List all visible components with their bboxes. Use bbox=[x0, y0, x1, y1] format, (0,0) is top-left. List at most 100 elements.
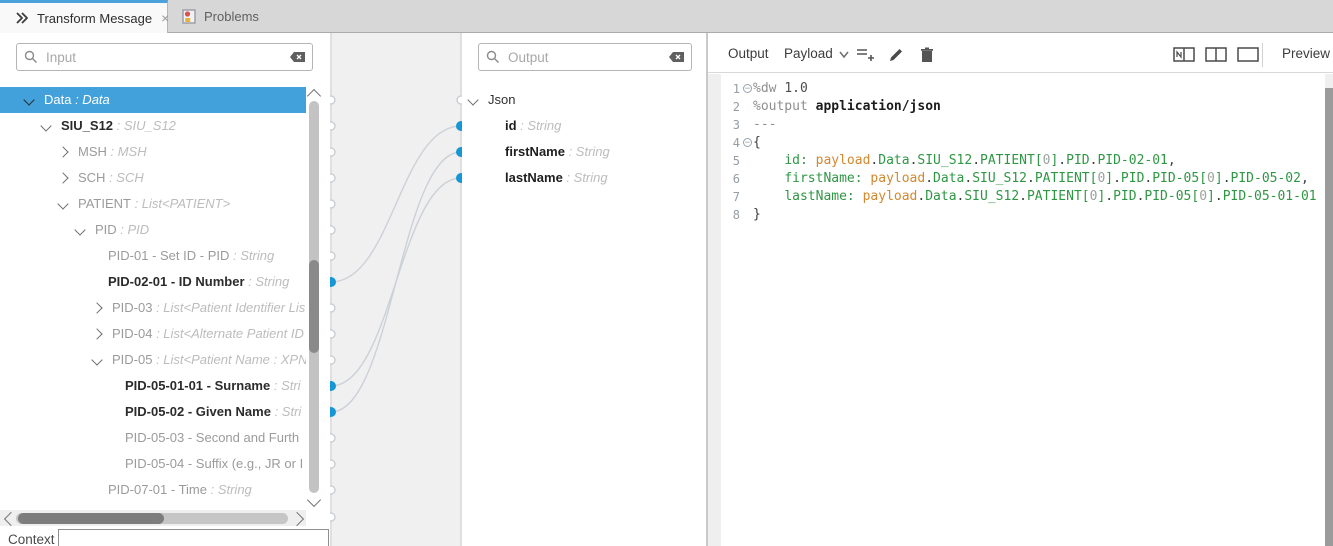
tree-row[interactable]: SCH : SCH bbox=[0, 165, 306, 191]
tree-row[interactable]: SIU_S12 : SIU_S12 bbox=[0, 113, 306, 139]
output-search-field[interactable] bbox=[506, 49, 668, 66]
preview-button[interactable]: Preview bbox=[1282, 46, 1330, 61]
port-circle[interactable] bbox=[330, 122, 335, 130]
layout-tree-view-icon[interactable] bbox=[1173, 47, 1191, 63]
port-circle[interactable] bbox=[330, 96, 335, 104]
line-number: 5 bbox=[721, 152, 740, 170]
field-type: : Stri bbox=[270, 378, 300, 393]
input-tree-horizontal-scrollbar[interactable] bbox=[0, 510, 306, 526]
tab-transform-message[interactable]: Transform Message × bbox=[0, 0, 168, 33]
toolbar-divider bbox=[1262, 43, 1263, 67]
scrollbar-thumb[interactable] bbox=[18, 513, 164, 524]
scrollbar-thumb[interactable] bbox=[1325, 88, 1333, 546]
payload-dropdown[interactable]: Payload bbox=[784, 46, 833, 61]
tree-row[interactable]: PID-07-01 - Time : String bbox=[0, 477, 306, 503]
port-circle[interactable] bbox=[330, 148, 335, 156]
fold-collapse-icon[interactable]: − bbox=[743, 84, 752, 93]
layout-single-view-icon[interactable] bbox=[1237, 47, 1255, 63]
port-circle[interactable] bbox=[330, 460, 335, 468]
chevron-down-icon[interactable] bbox=[839, 51, 857, 67]
mapped-port-dot[interactable] bbox=[330, 407, 336, 417]
port-circle[interactable] bbox=[330, 200, 335, 208]
tree-row[interactable]: PATIENT : List<PATIENT> bbox=[0, 191, 306, 217]
code-line: 5 id: payload.Data.SIU_S12.PATIENT[0].PI… bbox=[708, 152, 1325, 170]
context-row: Context bbox=[0, 529, 330, 546]
field-name: Json bbox=[488, 92, 515, 107]
tree-row[interactable]: PID-02-01 - ID Number : String bbox=[0, 269, 306, 295]
chevron-down-icon[interactable] bbox=[91, 354, 102, 365]
tree-row[interactable]: lastName : String bbox=[462, 165, 706, 191]
mapping-line[interactable] bbox=[331, 178, 461, 386]
mapped-port-dot[interactable] bbox=[330, 277, 336, 287]
fold-collapse-icon[interactable]: − bbox=[743, 138, 752, 147]
tree-row[interactable]: Json bbox=[462, 87, 706, 113]
tree-row[interactable]: PID : PID bbox=[0, 217, 306, 243]
tree-row[interactable]: MSH : MSH bbox=[0, 139, 306, 165]
chevron-down-icon[interactable] bbox=[74, 224, 85, 235]
scroll-down-icon[interactable] bbox=[307, 493, 321, 507]
delete-icon[interactable] bbox=[920, 47, 938, 63]
port-circle[interactable] bbox=[330, 174, 335, 182]
editor-vertical-scrollbar[interactable] bbox=[1325, 74, 1333, 546]
clear-search-icon[interactable] bbox=[289, 51, 306, 63]
port-circle[interactable] bbox=[330, 486, 335, 494]
code-text: %dw 1.0 bbox=[753, 80, 808, 98]
code-text: firstName: payload.Data.SIU_S12.PATIENT[… bbox=[753, 170, 1309, 188]
edit-icon[interactable] bbox=[888, 47, 906, 63]
chevron-down-icon[interactable] bbox=[57, 198, 68, 209]
output-panel: Json id : StringfirstName : StringlastNam… bbox=[462, 33, 707, 546]
tab-problems[interactable]: Problems bbox=[168, 0, 264, 32]
tree-row[interactable]: PID-05-01-01 - Surname : Stri bbox=[0, 373, 306, 399]
field-type: : String bbox=[229, 248, 274, 263]
context-input[interactable] bbox=[58, 529, 329, 546]
tree-row[interactable]: PID-04 : List<Alternate Patient ID bbox=[0, 321, 306, 347]
port-circle[interactable] bbox=[330, 513, 335, 521]
chevron-down-icon[interactable] bbox=[23, 94, 34, 105]
input-tree-vertical-scrollbar[interactable] bbox=[306, 87, 322, 507]
field-type: : List<Alternate Patient ID bbox=[152, 326, 303, 341]
add-target-icon[interactable] bbox=[856, 47, 874, 63]
field-type: : List<Patient Name : XPN> bbox=[152, 352, 306, 367]
context-label: Context bbox=[8, 532, 55, 546]
tree-row[interactable]: PID-05 : List<Patient Name : XPN> bbox=[0, 347, 306, 373]
tree-row[interactable]: PID-05-02 - Given Name : Stri bbox=[0, 399, 306, 425]
line-number: 1 bbox=[721, 80, 740, 98]
port-circle[interactable] bbox=[330, 226, 335, 234]
chevron-right-icon[interactable] bbox=[91, 328, 102, 339]
input-search-field[interactable] bbox=[44, 49, 289, 66]
scroll-right-icon[interactable] bbox=[290, 512, 304, 526]
port-circle[interactable] bbox=[330, 330, 335, 338]
port-circle[interactable] bbox=[330, 252, 335, 260]
tree-row[interactable]: firstName : String bbox=[462, 139, 706, 165]
tree-row[interactable]: PID-01 - Set ID - PID : String bbox=[0, 243, 306, 269]
port-circle[interactable] bbox=[330, 304, 335, 312]
field-name: PID-05-01-01 - Surname bbox=[125, 378, 270, 393]
mapped-port-dot[interactable] bbox=[330, 381, 336, 391]
scrollbar-thumb[interactable] bbox=[309, 260, 319, 353]
port-circle[interactable] bbox=[330, 356, 335, 364]
port-circle[interactable] bbox=[330, 434, 335, 442]
line-number: 7 bbox=[721, 188, 740, 206]
field-type: : List<PATIENT> bbox=[131, 196, 230, 211]
mapping-line[interactable] bbox=[331, 126, 461, 282]
chevron-right-icon[interactable] bbox=[57, 146, 68, 157]
chevron-down-icon[interactable] bbox=[467, 94, 478, 105]
chevron-right-icon[interactable] bbox=[57, 172, 68, 183]
clear-search-icon[interactable] bbox=[668, 51, 685, 63]
tree-row[interactable]: PID-05-03 - Second and Furth bbox=[0, 425, 306, 451]
layout-split-view-icon[interactable] bbox=[1205, 47, 1223, 63]
tree-row[interactable]: Data : Data bbox=[0, 87, 306, 113]
field-type: : Stri bbox=[271, 404, 301, 419]
dataweave-code-editor[interactable]: 1−%dw 1.02%output application/json3---4−… bbox=[708, 74, 1333, 546]
field-type: : MSH bbox=[107, 144, 147, 159]
chevron-down-icon[interactable] bbox=[40, 120, 51, 131]
tree-row[interactable]: PID-05-04 - Suffix (e.g., JR or I bbox=[0, 451, 306, 477]
tree-row[interactable]: PID-03 : List<Patient Identifier Lis bbox=[0, 295, 306, 321]
field-name: PID-05-03 - Second and Furth bbox=[125, 430, 299, 445]
tree-row[interactable]: id : String bbox=[462, 113, 706, 139]
code-text: } bbox=[753, 206, 761, 224]
search-icon bbox=[24, 50, 38, 64]
input-panel: Data : DataSIU_S12 : SIU_S12MSH : MSHSCH… bbox=[0, 33, 330, 546]
field-name: PID-05-04 - Suffix (e.g., JR or I bbox=[125, 456, 303, 471]
chevron-right-icon[interactable] bbox=[91, 302, 102, 313]
